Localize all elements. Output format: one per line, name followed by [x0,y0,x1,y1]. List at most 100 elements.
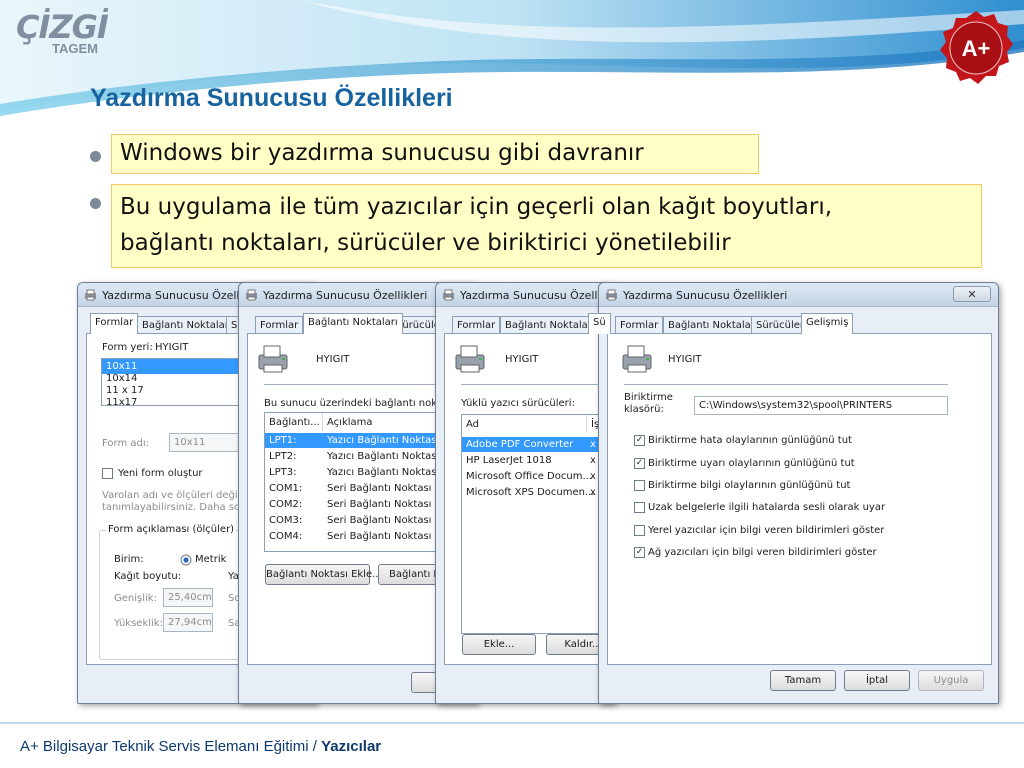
bullet-item: Bu uygulama ile tüm yazıcılar için geçer… [111,184,982,268]
driver-cell-cut: x [590,455,596,466]
table-row[interactable]: HP LaserJet 1018 x [462,453,607,468]
form-location-value: HYIGIT [155,342,189,353]
quality-seal-icon: A+ [940,11,1013,84]
tab-ports[interactable]: Bağlantı Noktaları [663,316,763,334]
tab-ports[interactable]: Bağlantı Noktaları [500,316,600,334]
bullet-icon [90,198,101,209]
footer: A+ Bilgisayar Teknik Servis Elemanı Eğit… [20,738,381,755]
driver-name-cell: Microsoft XPS Documen... [466,487,595,498]
window-titlebar[interactable]: Yazdırma Sunucusu Özellikleri ✕ [599,283,998,307]
new-form-checkbox[interactable] [102,468,113,479]
checkbox-checked-icon[interactable]: ✓ [634,547,645,558]
drivers-label: Yüklü yazıcı sürücüleri: [461,398,575,409]
printer-icon [606,289,617,301]
server-name: HYIGIT [668,354,702,365]
window-titlebar[interactable]: Yazdırma Sunucusu Özellikleri [436,283,614,307]
height-label: Yükseklik: [114,618,163,629]
description-text: Varolan adı ve ölçüleri değiştire [102,490,260,501]
width-field[interactable]: 25,40cm [163,588,213,607]
radio-selected-icon[interactable] [180,554,192,566]
port-cell: COM3: [269,515,303,526]
table-row[interactable]: Adobe PDF Converter x [462,437,607,452]
server-name: HYIGIT [505,354,539,365]
port-cell: COM4: [269,531,303,542]
spool-folder-label: klasörü: [624,404,664,415]
page-title: Yazdırma Sunucusu Özellikleri [90,84,453,112]
bullet-text: bağlantı noktaları, sürücüler ve birikti… [120,230,731,256]
bullet-text: Windows bir yazdırma sunucusu gibi davra… [120,140,644,166]
port-cell: COM1: [269,483,303,494]
bullet-text: Bu uygulama ile tüm yazıcılar için geçer… [120,194,833,220]
apply-button[interactable]: Uygula [918,670,984,691]
checkbox-checked-icon[interactable]: ✓ [634,435,645,446]
option-label: Yerel yazıcılar için bilgi veren bildiri… [648,525,885,536]
option-label: Ağ yazıcıları için bilgi veren bildiriml… [648,547,877,558]
description-cell: Seri Bağlantı Noktası [327,499,432,510]
port-cell: LPT3: [269,467,297,478]
add-port-button[interactable]: Bağlantı Noktası Ekle... [265,564,382,585]
checkbox-checked-icon[interactable]: ✓ [634,458,645,469]
checkbox[interactable] [634,480,645,491]
tab-forms[interactable]: Formlar [90,313,139,334]
option-label: Uzak belgelerle ilgili hatalarda sesli o… [648,502,886,513]
description-cell: Yazıcı Bağlantı Noktası [327,451,440,462]
metric-label: Metrik [195,554,227,565]
description-text: tanımlayabilirsiniz. Daha sonra [102,502,257,513]
add-driver-button[interactable]: Ekle... [462,634,536,655]
spool-folder-input[interactable]: C:\Windows\system32\spool\PRINTERS [694,396,948,415]
footer-course: A+ Bilgisayar Teknik Servis Elemanı Eğit… [20,738,322,755]
description-cell: Seri Bağlantı Noktası [327,531,432,542]
tab-strip: Formlar Bağlantı Noktaları Sü [444,313,614,334]
ok-button[interactable]: Tamam [770,670,836,691]
tab-panel: HYIGIT Yüklü yazıcı sürücüleri: Ad İş Ad… [444,333,608,665]
driver-name-cell: HP LaserJet 1018 [466,455,552,466]
tab-forms[interactable]: Formlar [452,316,501,334]
tab-ports[interactable]: Bağlantı Noktaları [137,316,237,334]
port-cell: LPT2: [269,451,297,462]
tab-strip: Formlar Bağlantı Noktaları Sürücüler Gel… [607,313,998,334]
ports-description: Bu sunucu üzerindeki bağlantı noktaları [264,398,463,409]
dialog-drivers: Yazdırma Sunucusu Özellikleri Formlar Ba… [435,282,615,704]
tab-forms[interactable]: Formlar [615,316,664,334]
column-header-port[interactable]: Bağlantı... [265,413,323,431]
checkbox[interactable] [634,525,645,536]
separator [461,384,607,385]
spool-folder-label: Biriktirme [624,392,673,403]
dialog-advanced: Yazdırma Sunucusu Özellikleri ✕ Formlar … [598,282,999,704]
driver-name-cell: Adobe PDF Converter [466,439,574,450]
printer-icon [258,345,288,373]
window-title: Yazdırma Sunucusu Özellikleri [460,289,615,302]
option-label: Biriktirme bilgi olaylarının günlüğünü t… [648,480,851,491]
printer-icon [622,345,652,373]
form-location-label: Form yeri: [102,342,153,353]
driver-name-cell: Microsoft Office Docum... [466,471,592,482]
footer-topic: Yazıcılar [321,738,382,755]
height-field[interactable]: 27,94cm [163,613,213,632]
svg-text:A+: A+ [962,36,991,61]
description-cell: Yazıcı Bağlantı Noktası [327,435,440,446]
window-title: Yazdırma Sunucusu Özellikleri [623,289,788,302]
option-label: Biriktirme hata olaylarının günlüğünü tu… [648,435,852,446]
close-icon[interactable]: ✕ [953,286,991,302]
new-form-label: Yeni form oluştur [118,468,203,479]
footer-divider [0,722,1024,724]
checkbox[interactable] [634,502,645,513]
paper-size-label: Kağıt boyutu: [114,571,182,582]
separator [624,384,948,385]
driver-cell-cut: x [590,487,596,498]
printer-icon [455,345,485,373]
tab-forms[interactable]: Formlar [255,316,304,334]
tab-ports[interactable]: Bağlantı Noktaları [303,313,403,334]
tab-advanced[interactable]: Gelişmiş [801,313,854,334]
table-row[interactable]: Microsoft XPS Documen... x [462,485,607,500]
tab-drivers[interactable]: Sü [588,313,611,334]
unit-label: Birim: [114,554,144,565]
column-header-name[interactable]: Ad [462,415,587,433]
cancel-button[interactable]: İptal [844,670,910,691]
printer-icon [246,289,257,301]
description-cell: Seri Bağlantı Noktası [327,483,432,494]
table-row[interactable]: Microsoft Office Docum... x [462,469,607,484]
drivers-list[interactable]: Ad İş Adobe PDF Converter x HP LaserJet … [461,414,607,634]
driver-cell-cut: x [590,439,596,450]
form-name-label: Form adı: [102,438,149,449]
